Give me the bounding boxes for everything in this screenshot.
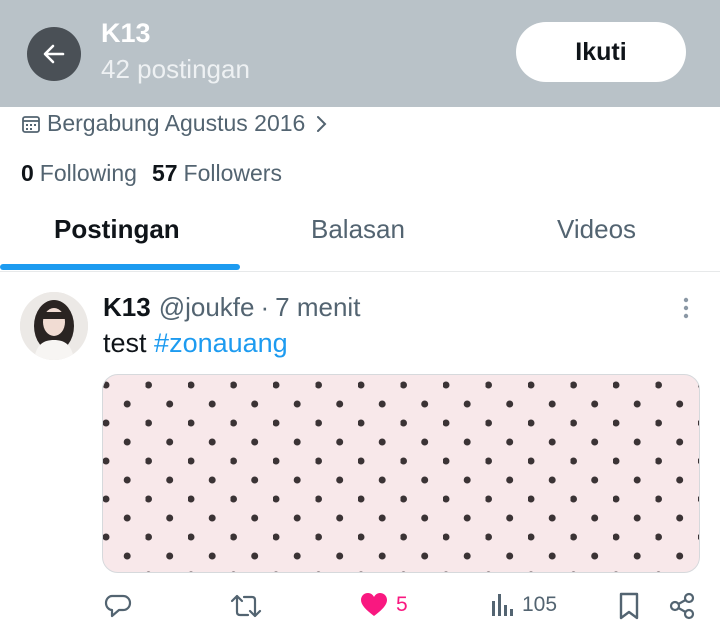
- tweet-media[interactable]: [102, 374, 700, 573]
- tab-balasan[interactable]: Balasan: [311, 214, 405, 245]
- tweet-text: test #zonauang: [103, 328, 288, 359]
- following-label: Following: [39, 160, 137, 186]
- followers-count: 57: [151, 160, 178, 186]
- profile-tabs: Postingan Balasan Videos: [0, 200, 720, 272]
- tweet-time[interactable]: 7 menit: [275, 292, 360, 323]
- reply-button[interactable]: [104, 592, 132, 620]
- like-button[interactable]: 5: [360, 592, 408, 618]
- more-options-button[interactable]: [676, 296, 696, 320]
- header-post-count: 42 postingan: [101, 54, 250, 84]
- tweet-separator: ·: [260, 292, 270, 322]
- tweet-hashtag[interactable]: #zonauang: [154, 328, 288, 358]
- followers-link[interactable]: 57 Followers: [152, 160, 282, 187]
- tweet-actions: 5 105: [0, 592, 720, 628]
- follow-button[interactable]: Ikuti: [516, 22, 686, 82]
- bookmark-icon: [619, 592, 639, 620]
- bookmark-button[interactable]: [618, 592, 640, 620]
- tweet-author-handle[interactable]: @joukfe: [159, 292, 255, 323]
- tab-videos[interactable]: Videos: [557, 214, 636, 245]
- profile-header: K13 42 postingan Ikuti: [0, 0, 720, 107]
- back-button[interactable]: [27, 27, 81, 81]
- tweet-author-name[interactable]: K13: [103, 292, 151, 323]
- tweet-header: K13 @joukfe · 7 menit: [103, 292, 360, 323]
- following-link[interactable]: 0 Following: [21, 160, 137, 187]
- retweet-icon: [230, 594, 262, 618]
- header-name: K13: [101, 18, 151, 48]
- calendar-icon: [21, 114, 41, 134]
- following-count: 0: [21, 160, 34, 186]
- more-vertical-icon: [683, 297, 689, 319]
- active-tab-indicator: [0, 264, 240, 270]
- chevron-right-icon[interactable]: [315, 115, 327, 133]
- views-button[interactable]: 105: [490, 592, 557, 618]
- reply-icon: [104, 594, 132, 618]
- tab-postingan[interactable]: Postingan: [54, 214, 180, 245]
- views-icon: [492, 594, 513, 616]
- back-arrow-icon: [43, 44, 65, 64]
- heart-icon: [361, 593, 387, 616]
- share-button[interactable]: [668, 592, 696, 620]
- joined-date: Bergabung Agustus 2016: [21, 110, 327, 137]
- like-count: 5: [396, 593, 408, 616]
- retweet-button[interactable]: [230, 592, 262, 620]
- polka-dot-image: [103, 375, 699, 572]
- joined-text: Bergabung Agustus 2016: [47, 110, 306, 136]
- views-count: 105: [522, 593, 558, 616]
- follow-stats: 0 Following 57 Followers: [21, 160, 297, 187]
- tweet-body: test: [103, 328, 147, 358]
- avatar[interactable]: [20, 292, 88, 360]
- share-icon: [669, 592, 695, 620]
- followers-label: Followers: [183, 160, 282, 186]
